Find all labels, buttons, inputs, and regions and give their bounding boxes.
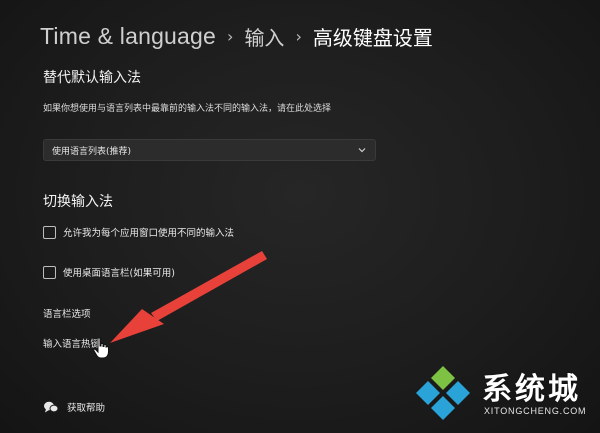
default-input-method-dropdown[interactable]: 使用语言列表(推荐)	[43, 139, 376, 161]
desktop-language-bar-checkbox[interactable]	[43, 265, 56, 279]
breadcrumb-input[interactable]: 输入	[244, 22, 284, 51]
xitongcheng-logo-icon	[416, 366, 470, 420]
per-app-window-input-checkbox[interactable]	[43, 225, 56, 239]
per-app-window-input-label: 允许我为每个应用窗口使用不同的输入法	[63, 228, 235, 239]
chevron-right-icon: ›	[295, 26, 302, 46]
breadcrumb-time-language[interactable]: Time & language	[40, 23, 216, 50]
override-input-method-heading: 替代默认输入法	[43, 70, 141, 86]
watermark: 系统城 XITONGCHENG.COM	[412, 362, 592, 424]
chevron-right-icon: ›	[227, 26, 234, 46]
help-chat-icon	[44, 401, 59, 413]
desktop-language-bar-label: 使用桌面语言栏(如果可用)	[63, 268, 175, 279]
language-bar-options-link[interactable]: 语言栏选项	[43, 306, 91, 320]
breadcrumb: Time & language › 输入 › 高级键盘设置	[40, 20, 433, 52]
chevron-down-icon	[358, 148, 366, 153]
get-help-label: 获取帮助	[67, 403, 106, 414]
override-input-method-description: 如果你想使用与语言列表中最靠前的输入法不同的输入法，请在此处选择	[43, 104, 332, 114]
get-help-link[interactable]: 获取帮助	[43, 400, 105, 414]
watermark-name: 系统城	[482, 372, 581, 407]
dropdown-selected-value: 使用语言列表(推荐)	[52, 146, 132, 157]
per-app-window-input-checkbox-row[interactable]: 允许我为每个应用窗口使用不同的输入法	[43, 225, 234, 239]
watermark-domain: XITONGCHENG.COM	[484, 406, 587, 416]
input-language-hotkeys-link[interactable]: 输入语言热键	[43, 336, 100, 350]
desktop-language-bar-checkbox-row[interactable]: 使用桌面语言栏(如果可用)	[43, 265, 175, 279]
switch-input-method-heading: 切换输入法	[43, 194, 113, 210]
page-title: 高级键盘设置	[312, 25, 433, 50]
hand-cursor-icon	[93, 337, 109, 359]
